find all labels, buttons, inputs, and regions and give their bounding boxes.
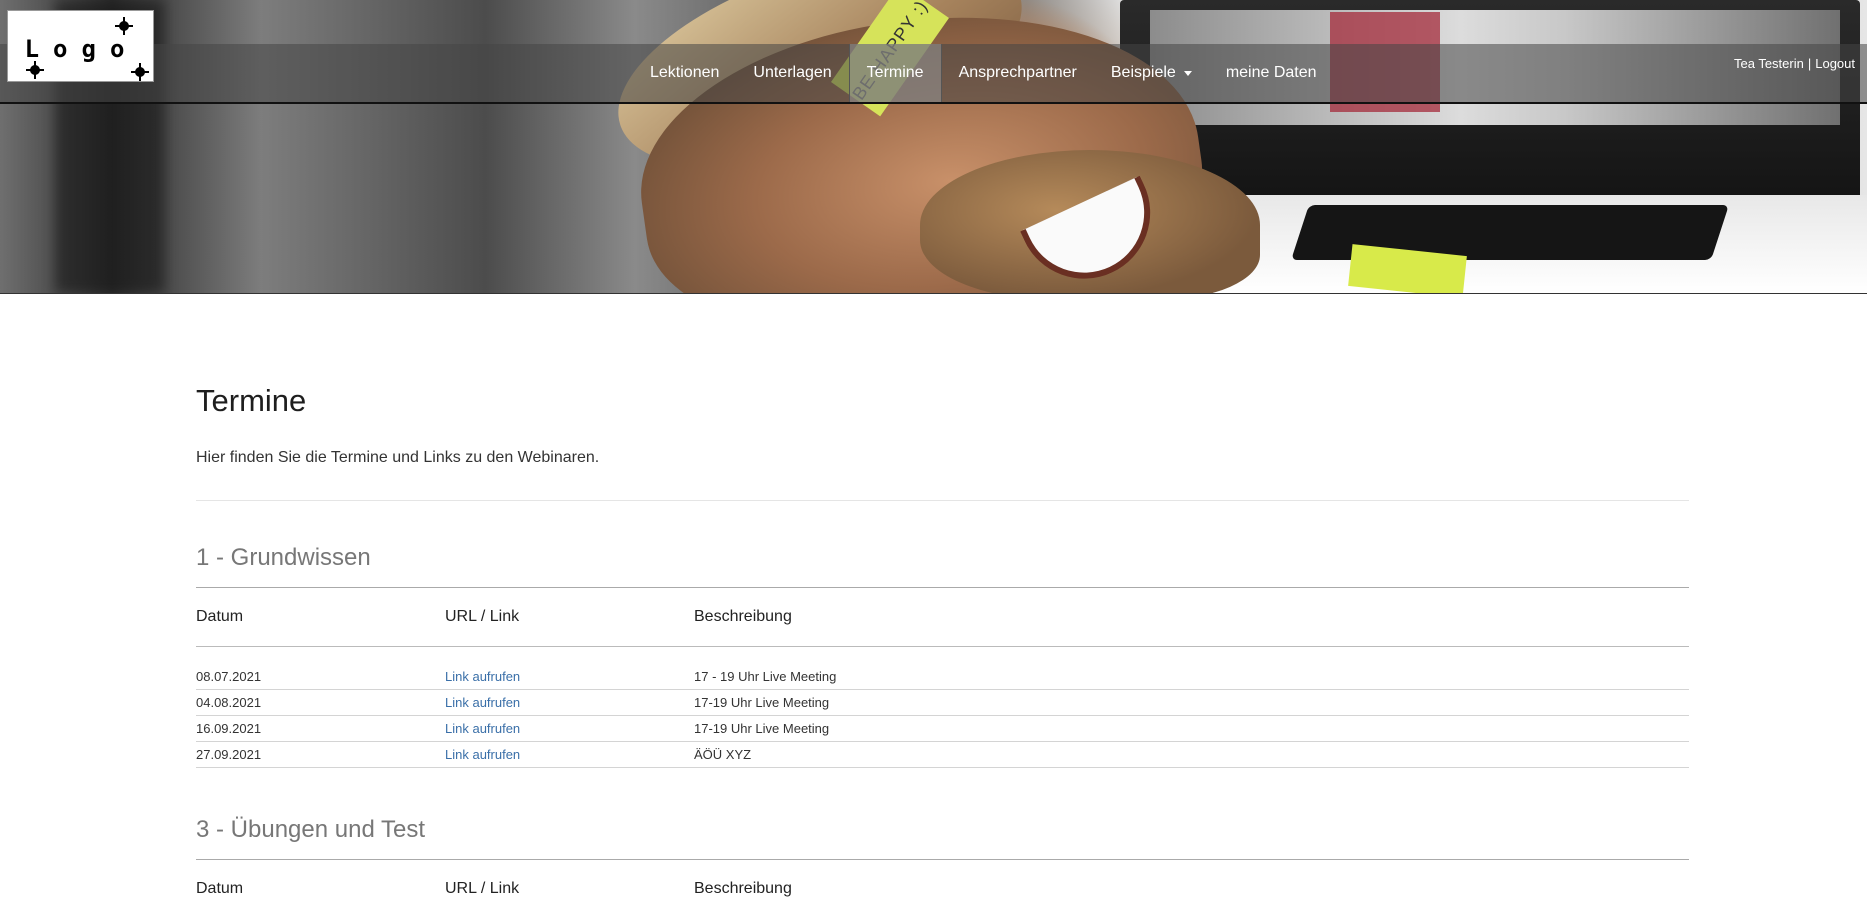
ink-blot-icon: [115, 21, 133, 31]
column-header-date: Datum: [196, 608, 244, 625]
row-date: 08.07.2021: [196, 669, 262, 684]
nav-item-beispiele-dropdown[interactable]: Beispiele: [1094, 44, 1209, 102]
row-link[interactable]: Link aufrufen: [445, 747, 520, 762]
row-description: 17 - 19 Uhr Live Meeting: [694, 669, 837, 684]
column-header-description: Beschreibung: [694, 608, 792, 625]
logo-text: Logo: [24, 35, 139, 63]
column-header-description: Beschreibung: [694, 880, 792, 897]
table-header: Datum URL / Link Beschreibung: [196, 588, 1689, 647]
caret-down-icon: [1183, 70, 1192, 76]
column-header-link: URL / Link: [445, 608, 520, 625]
table-row: 08.07.2021 Link aufrufen 17 - 19 Uhr Liv…: [196, 664, 1689, 690]
user-area: Tea Testerin | Logout: [1734, 44, 1855, 82]
table-header: Datum URL / Link Beschreibung: [196, 860, 1689, 918]
row-description: ÄÖÜ XYZ: [694, 747, 752, 762]
row-link[interactable]: Link aufrufen: [445, 669, 520, 684]
user-separator: |: [1807, 55, 1812, 71]
ink-blot-icon: [131, 67, 149, 77]
nav-item-label: Termine: [866, 64, 924, 81]
user-name-link[interactable]: Tea Testerin: [1734, 56, 1804, 71]
row-link[interactable]: Link aufrufen: [445, 695, 520, 710]
table-row: 04.08.2021 Link aufrufen 17-19 Uhr Live …: [196, 690, 1689, 716]
ink-blot-icon: [26, 65, 44, 75]
nav-item-termine[interactable]: Termine: [848, 44, 942, 102]
nav-item-unterlagen[interactable]: Unterlagen: [736, 44, 848, 102]
page-intro: Hier finden Sie die Termine und Links zu…: [196, 449, 600, 466]
site-logo[interactable]: Logo: [7, 10, 154, 82]
nav-item-ansprechpartner[interactable]: Ansprechpartner: [942, 44, 1094, 102]
nav-item-label: Lektionen: [650, 64, 720, 81]
row-date: 16.09.2021: [196, 721, 262, 736]
table-body: 08.07.2021 Link aufrufen 17 - 19 Uhr Liv…: [196, 664, 1689, 768]
table-row: 27.09.2021 Link aufrufen ÄÖÜ XYZ: [196, 742, 1689, 768]
main-navbar: Lektionen Unterlagen Termine Ansprechpar…: [0, 44, 1867, 104]
table-row: 16.09.2021 Link aufrufen 17-19 Uhr Live …: [196, 716, 1689, 742]
logout-link[interactable]: Logout: [1815, 56, 1855, 71]
nav-item-label: meine Daten: [1225, 64, 1317, 81]
nav-menu: Lektionen Unterlagen Termine Ansprechpar…: [633, 44, 1334, 102]
page-title: Termine: [196, 383, 307, 418]
nav-item-label: Unterlagen: [753, 64, 832, 81]
row-description: 17-19 Uhr Live Meeting: [694, 695, 830, 710]
row-description: 17-19 Uhr Live Meeting: [694, 721, 830, 736]
nav-item-label: Beispiele: [1110, 64, 1176, 81]
nav-item-lektionen[interactable]: Lektionen: [633, 44, 736, 102]
nav-item-meine-daten[interactable]: meine Daten: [1209, 44, 1334, 102]
divider: [196, 500, 1689, 501]
section-title: 3 - Übungen und Test: [196, 816, 426, 843]
column-header-link: URL / Link: [445, 880, 520, 897]
nav-item-label: Ansprechpartner: [958, 64, 1077, 81]
row-date: 27.09.2021: [196, 747, 262, 762]
row-date: 04.08.2021: [196, 695, 262, 710]
section-title: 1 - Grundwissen: [196, 544, 371, 571]
column-header-date: Datum: [196, 880, 244, 897]
row-link[interactable]: Link aufrufen: [445, 721, 520, 736]
main-content: Termine Hier finden Sie die Termine und …: [196, 293, 1689, 918]
